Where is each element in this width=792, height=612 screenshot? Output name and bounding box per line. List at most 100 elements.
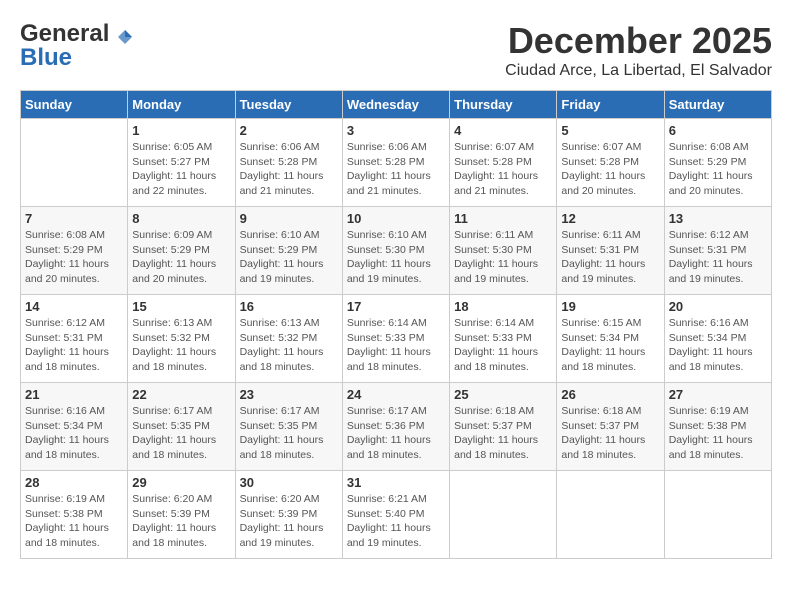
day-info: Sunrise: 6:13 AMSunset: 5:32 PMDaylight:… [132, 316, 230, 375]
day-cell [450, 471, 557, 559]
day-info: Sunrise: 6:18 AMSunset: 5:37 PMDaylight:… [561, 404, 659, 463]
day-cell: 15Sunrise: 6:13 AMSunset: 5:32 PMDayligh… [128, 295, 235, 383]
day-number: 5 [561, 123, 659, 138]
day-cell [21, 119, 128, 207]
day-info: Sunrise: 6:16 AMSunset: 5:34 PMDaylight:… [25, 404, 123, 463]
col-header-monday: Monday [128, 91, 235, 119]
day-cell: 24 Sunrise: 6:17 AMSunset: 5:36 PMDayligh… [342, 383, 449, 471]
day-number: 23 [240, 387, 338, 402]
day-cell: 8 Sunrise: 6:09 AMSunset: 5:29 PMDaylight… [128, 207, 235, 295]
day-number: 12 [561, 211, 659, 226]
logo-general: General [20, 20, 109, 47]
col-header-saturday: Saturday [664, 91, 771, 119]
day-info: Sunrise: 6:19 AMSunset: 5:38 PMDaylight:… [669, 404, 767, 463]
day-info: Sunrise: 6:09 AMSunset: 5:29 PMDaylight:… [132, 228, 230, 287]
day-number: 19 [561, 299, 659, 314]
day-cell: 14Sunrise: 6:12 AMSunset: 5:31 PMDayligh… [21, 295, 128, 383]
day-number: 22 [132, 387, 230, 402]
day-cell: 12 Sunrise: 6:11 AMSunset: 5:31 PMDayligh… [557, 207, 664, 295]
day-number: 25 [454, 387, 552, 402]
day-cell: 25 Sunrise: 6:18 AMSunset: 5:37 PMDayligh… [450, 383, 557, 471]
location-subtitle: Ciudad Arce, La Libertad, El Salvador [505, 62, 772, 80]
day-cell: 13Sunrise: 6:12 AMSunset: 5:31 PMDayligh… [664, 207, 771, 295]
col-header-friday: Friday [557, 91, 664, 119]
day-number: 1 [132, 123, 230, 138]
day-cell: 29 Sunrise: 6:20 AMSunset: 5:39 PMDayligh… [128, 471, 235, 559]
day-cell: 3 Sunrise: 6:06 AMSunset: 5:28 PMDaylight… [342, 119, 449, 207]
week-row-2: 7Sunrise: 6:08 AMSunset: 5:29 PMDaylight… [21, 207, 772, 295]
day-cell: 2Sunrise: 6:06 AMSunset: 5:28 PMDaylight… [235, 119, 342, 207]
day-number: 30 [240, 475, 338, 490]
day-number: 21 [25, 387, 123, 402]
day-number: 31 [347, 475, 445, 490]
day-info: Sunrise: 6:06 AMSunset: 5:28 PMDaylight:… [240, 140, 338, 199]
day-number: 9 [240, 211, 338, 226]
day-cell: 23Sunrise: 6:17 AMSunset: 5:35 PMDayligh… [235, 383, 342, 471]
day-info: Sunrise: 6:13 AMSunset: 5:32 PMDaylight:… [240, 316, 338, 375]
day-info: Sunrise: 6:15 AMSunset: 5:34 PMDaylight:… [561, 316, 659, 375]
col-header-sunday: Sunday [21, 91, 128, 119]
day-number: 28 [25, 475, 123, 490]
week-row-4: 21 Sunrise: 6:16 AMSunset: 5:34 PMDayligh… [21, 383, 772, 471]
day-cell [557, 471, 664, 559]
day-info: Sunrise: 6:10 AMSunset: 5:30 PMDaylight:… [347, 228, 445, 287]
day-cell: 28 Sunrise: 6:19 AMSunset: 5:38 PMDayligh… [21, 471, 128, 559]
day-number: 6 [669, 123, 767, 138]
day-number: 29 [132, 475, 230, 490]
day-cell: 7Sunrise: 6:08 AMSunset: 5:29 PMDaylight… [21, 207, 128, 295]
day-number: 18 [454, 299, 552, 314]
day-info: Sunrise: 6:20 AMSunset: 5:39 PMDaylight:… [240, 492, 338, 551]
day-cell: 27 Sunrise: 6:19 AMSunset: 5:38 PMDayligh… [664, 383, 771, 471]
day-cell: 18Sunrise: 6:14 AMSunset: 5:33 PMDayligh… [450, 295, 557, 383]
day-cell: 30 Sunrise: 6:20 AMSunset: 5:39 PMDayligh… [235, 471, 342, 559]
day-number: 14 [25, 299, 123, 314]
day-cell: 5 Sunrise: 6:07 AMSunset: 5:28 PMDaylight… [557, 119, 664, 207]
day-number: 7 [25, 211, 123, 226]
page-header: General Blue December 2025 Ciudad Arce, … [20, 20, 772, 80]
day-cell [664, 471, 771, 559]
day-info: Sunrise: 6:17 AMSunset: 5:36 PMDaylight:… [347, 404, 445, 463]
day-info: Sunrise: 6:08 AMSunset: 5:29 PMDaylight:… [669, 140, 767, 199]
day-number: 10 [347, 211, 445, 226]
day-number: 20 [669, 299, 767, 314]
day-info: Sunrise: 6:19 AMSunset: 5:38 PMDaylight:… [25, 492, 123, 551]
day-info: Sunrise: 6:10 AMSunset: 5:29 PMDaylight:… [240, 228, 338, 287]
day-cell: 22 Sunrise: 6:17 AMSunset: 5:35 PMDayligh… [128, 383, 235, 471]
day-info: Sunrise: 6:11 AMSunset: 5:30 PMDaylight:… [454, 228, 552, 287]
logo-icon [116, 28, 134, 46]
title-block: December 2025 Ciudad Arce, La Libertad, … [505, 20, 772, 80]
day-cell: 16 Sunrise: 6:13 AMSunset: 5:32 PMDayligh… [235, 295, 342, 383]
day-cell: 17Sunrise: 6:14 AMSunset: 5:33 PMDayligh… [342, 295, 449, 383]
day-number: 11 [454, 211, 552, 226]
calendar-table: SundayMondayTuesdayWednesdayThursdayFrid… [20, 90, 772, 559]
day-cell: 11 Sunrise: 6:11 AMSunset: 5:30 PMDayligh… [450, 207, 557, 295]
day-number: 16 [240, 299, 338, 314]
day-cell: 26 Sunrise: 6:18 AMSunset: 5:37 PMDayligh… [557, 383, 664, 471]
day-info: Sunrise: 6:18 AMSunset: 5:37 PMDaylight:… [454, 404, 552, 463]
day-number: 8 [132, 211, 230, 226]
day-info: Sunrise: 6:06 AMSunset: 5:28 PMDaylight:… [347, 140, 445, 199]
day-number: 26 [561, 387, 659, 402]
day-info: Sunrise: 6:11 AMSunset: 5:31 PMDaylight:… [561, 228, 659, 287]
day-cell: 10 Sunrise: 6:10 AMSunset: 5:30 PMDayligh… [342, 207, 449, 295]
day-number: 4 [454, 123, 552, 138]
day-info: Sunrise: 6:17 AMSunset: 5:35 PMDaylight:… [132, 404, 230, 463]
day-info: Sunrise: 6:07 AMSunset: 5:28 PMDaylight:… [561, 140, 659, 199]
week-row-5: 28 Sunrise: 6:19 AMSunset: 5:38 PMDayligh… [21, 471, 772, 559]
day-number: 27 [669, 387, 767, 402]
day-cell: 31 Sunrise: 6:21 AMSunset: 5:40 PMDayligh… [342, 471, 449, 559]
week-row-1: 1Sunrise: 6:05 AMSunset: 5:27 PMDaylight… [21, 119, 772, 207]
day-info: Sunrise: 6:14 AMSunset: 5:33 PMDaylight:… [347, 316, 445, 375]
day-info: Sunrise: 6:21 AMSunset: 5:40 PMDaylight:… [347, 492, 445, 551]
day-number: 24 [347, 387, 445, 402]
logo-blue: Blue [20, 44, 72, 72]
day-info: Sunrise: 6:12 AMSunset: 5:31 PMDaylight:… [669, 228, 767, 287]
day-cell: 20Sunrise: 6:16 AMSunset: 5:34 PMDayligh… [664, 295, 771, 383]
day-number: 3 [347, 123, 445, 138]
day-info: Sunrise: 6:20 AMSunset: 5:39 PMDaylight:… [132, 492, 230, 551]
day-cell: 4Sunrise: 6:07 AMSunset: 5:28 PMDaylight… [450, 119, 557, 207]
day-cell: 9 Sunrise: 6:10 AMSunset: 5:29 PMDaylight… [235, 207, 342, 295]
col-header-tuesday: Tuesday [235, 91, 342, 119]
col-header-thursday: Thursday [450, 91, 557, 119]
day-cell: 21 Sunrise: 6:16 AMSunset: 5:34 PMDayligh… [21, 383, 128, 471]
